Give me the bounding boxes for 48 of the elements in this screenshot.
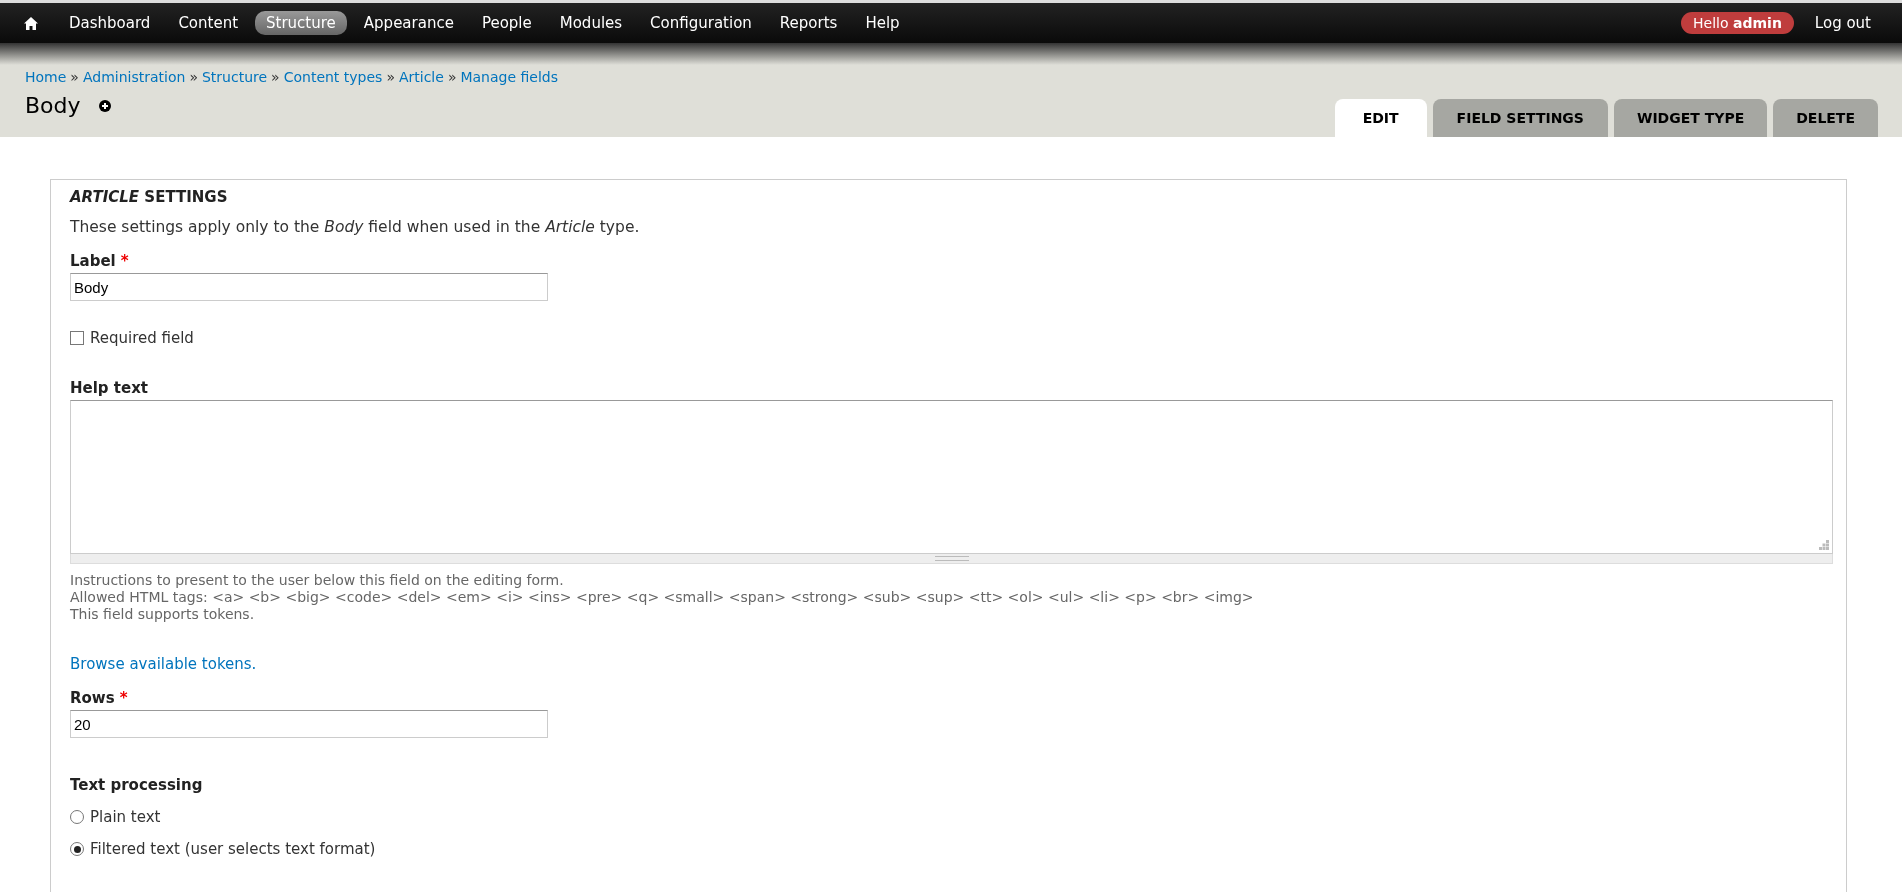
field-description: Allowed HTML tags: <a> <b> <big> <code> <del> <em> <i> <ins> <pre> <q> <small> <span> <strong> <sub> <sup> <tt> <ol> <ul> <li> <p> <br> <img>: [70, 589, 1255, 605]
toolbar-link[interactable]: Structure: [255, 11, 347, 35]
toolbar-link[interactable]: Configuration: [639, 11, 763, 35]
breadcrumb-link[interactable]: Structure: [201, 69, 268, 85]
checkbox-label[interactable]: Required field: [90, 329, 194, 347]
fieldset-legend: ARTICLE SETTINGS: [70, 188, 1833, 206]
breadcrumb-link[interactable]: Content types: [283, 69, 383, 85]
label-input[interactable]: Body: [70, 273, 548, 301]
user-greeting[interactable]: Hello admin: [1681, 12, 1794, 34]
breadcrumb-separator: »: [386, 69, 395, 85]
field-label: Help text: [70, 379, 150, 397]
breadcrumb-link[interactable]: Article: [398, 69, 444, 85]
toolbar-link[interactable]: Appearance: [352, 11, 465, 35]
breadcrumb-link[interactable]: Manage fields: [460, 69, 558, 85]
toolbar-link[interactable]: Help: [854, 11, 911, 35]
required-marker: *: [120, 252, 129, 270]
page-title: Body: [25, 93, 81, 118]
logout-link[interactable]: Log out: [1803, 11, 1882, 35]
breadcrumb-separator: »: [271, 69, 280, 85]
toolbar-link[interactable]: Content: [167, 11, 250, 35]
fieldset-description: These settings apply only to the Body field when used in the Article type.: [70, 218, 641, 236]
tab[interactable]: WIDGET TYPE: [1613, 99, 1768, 137]
breadcrumb-separator: »: [70, 69, 79, 85]
breadcrumb-separator: »: [447, 69, 457, 85]
add-shortcut-icon[interactable]: [98, 99, 111, 112]
field-label: Text processing: [70, 776, 204, 794]
tab[interactable]: EDIT: [1334, 99, 1427, 137]
tab[interactable]: DELETE: [1773, 99, 1878, 137]
field-label: Label: [70, 252, 116, 270]
field-label: Rows: [70, 689, 115, 707]
radio-label[interactable]: Plain text: [90, 808, 161, 826]
required-marker: *: [119, 689, 128, 707]
breadcrumb-separator: »: [189, 69, 198, 85]
toolbar-link[interactable]: Dashboard: [58, 11, 162, 35]
toolbar-link[interactable]: Modules: [548, 11, 634, 35]
field-description: Instructions to present to the user below this field on the editing form.: [70, 572, 565, 588]
checkbox[interactable]: [70, 331, 84, 345]
resize-grip-icon: [1819, 540, 1829, 550]
home-icon[interactable]: [24, 16, 38, 30]
browse-tokens-link[interactable]: Browse available tokens.: [70, 655, 1833, 673]
breadcrumb-link[interactable]: Home: [25, 69, 67, 85]
breadcrumb-link[interactable]: Administration: [82, 69, 186, 85]
radio-label[interactable]: Filtered text (user selects text format): [90, 840, 376, 858]
rows-input[interactable]: 20: [70, 710, 548, 738]
tab[interactable]: FIELD SETTINGS: [1432, 99, 1608, 137]
field-description: This field supports tokens.: [70, 606, 256, 622]
toolbar-link[interactable]: People: [470, 11, 543, 35]
toolbar-link[interactable]: Reports: [768, 11, 849, 35]
